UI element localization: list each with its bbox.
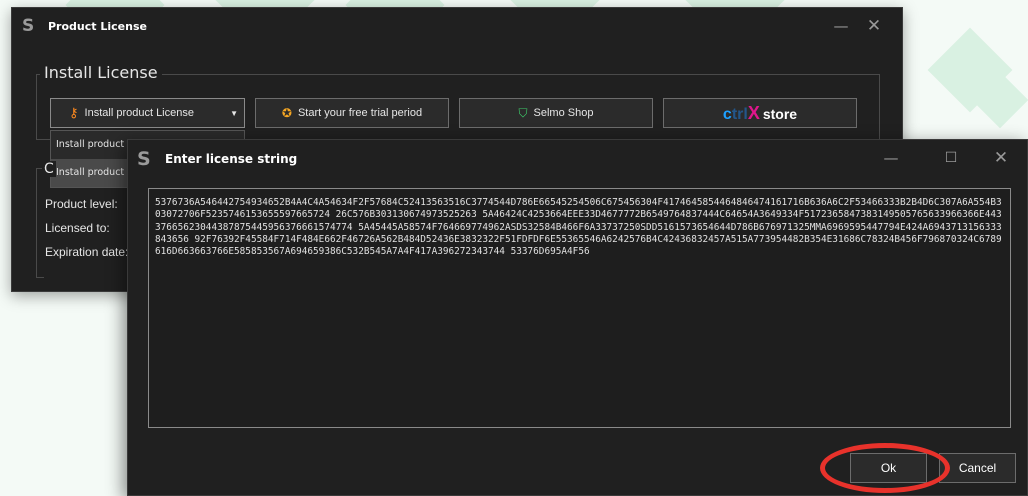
shop-button-label: Selmo Shop — [533, 107, 594, 119]
product-license-titlebar[interactable]: S Product License — ✕ — [12, 8, 902, 44]
selmo-shop-button[interactable]: ⛉ Selmo Shop — [459, 98, 653, 128]
minimize-icon[interactable]: — — [875, 140, 907, 176]
install-license-group-title: Install License — [40, 63, 162, 82]
badge-icon: ✪ — [281, 106, 292, 120]
app-logo-icon: S — [137, 148, 151, 170]
ctrlx-store-button[interactable]: c trl X store — [663, 98, 857, 128]
ctrlx-store-logo: c trl X store — [723, 103, 797, 124]
license-info-group-title: C — [42, 161, 56, 177]
maximize-icon[interactable]: ☐ — [935, 140, 967, 176]
ctrlx-x: X — [747, 102, 760, 123]
cancel-button[interactable]: Cancel — [939, 453, 1016, 483]
license-dialog-titlebar[interactable]: S Enter license string — ☐ ✕ — [128, 140, 1027, 178]
shopping-bag-icon: ⛉ — [518, 105, 528, 120]
close-icon[interactable]: ✕ — [985, 140, 1017, 176]
license-info-group — [36, 168, 44, 278]
licensed-to-label: Licensed to: — [45, 221, 110, 235]
close-icon[interactable]: ✕ — [858, 8, 890, 44]
app-logo-icon: S — [22, 16, 35, 36]
key-icon: ⚷ — [69, 105, 79, 120]
ctrlx-store-text: store — [762, 105, 798, 122]
install-product-license-dropdown[interactable]: ⚷ Install product License ▼ — [50, 98, 245, 128]
trial-button-label: Start your free trial period — [297, 107, 423, 119]
window-title: Product License — [48, 19, 147, 33]
ctrlx-trl: trl — [731, 105, 748, 123]
license-string-textarea[interactable]: 5376736A546442754934652B4A4C4A54634F2F57… — [148, 188, 1011, 428]
ctrlx-c: c — [722, 105, 732, 123]
minimize-icon[interactable]: — — [825, 8, 857, 44]
dialog-title: Enter license string — [165, 152, 298, 166]
caret-down-icon: ▼ — [230, 108, 238, 118]
install-button-label: Install product License — [84, 107, 194, 119]
expiration-date-label: Expiration date: — [45, 245, 129, 259]
ok-button-highlight-circle — [820, 443, 950, 493]
start-trial-button[interactable]: ✪ Start your free trial period — [255, 98, 449, 128]
product-level-label: Product level: — [45, 197, 118, 211]
